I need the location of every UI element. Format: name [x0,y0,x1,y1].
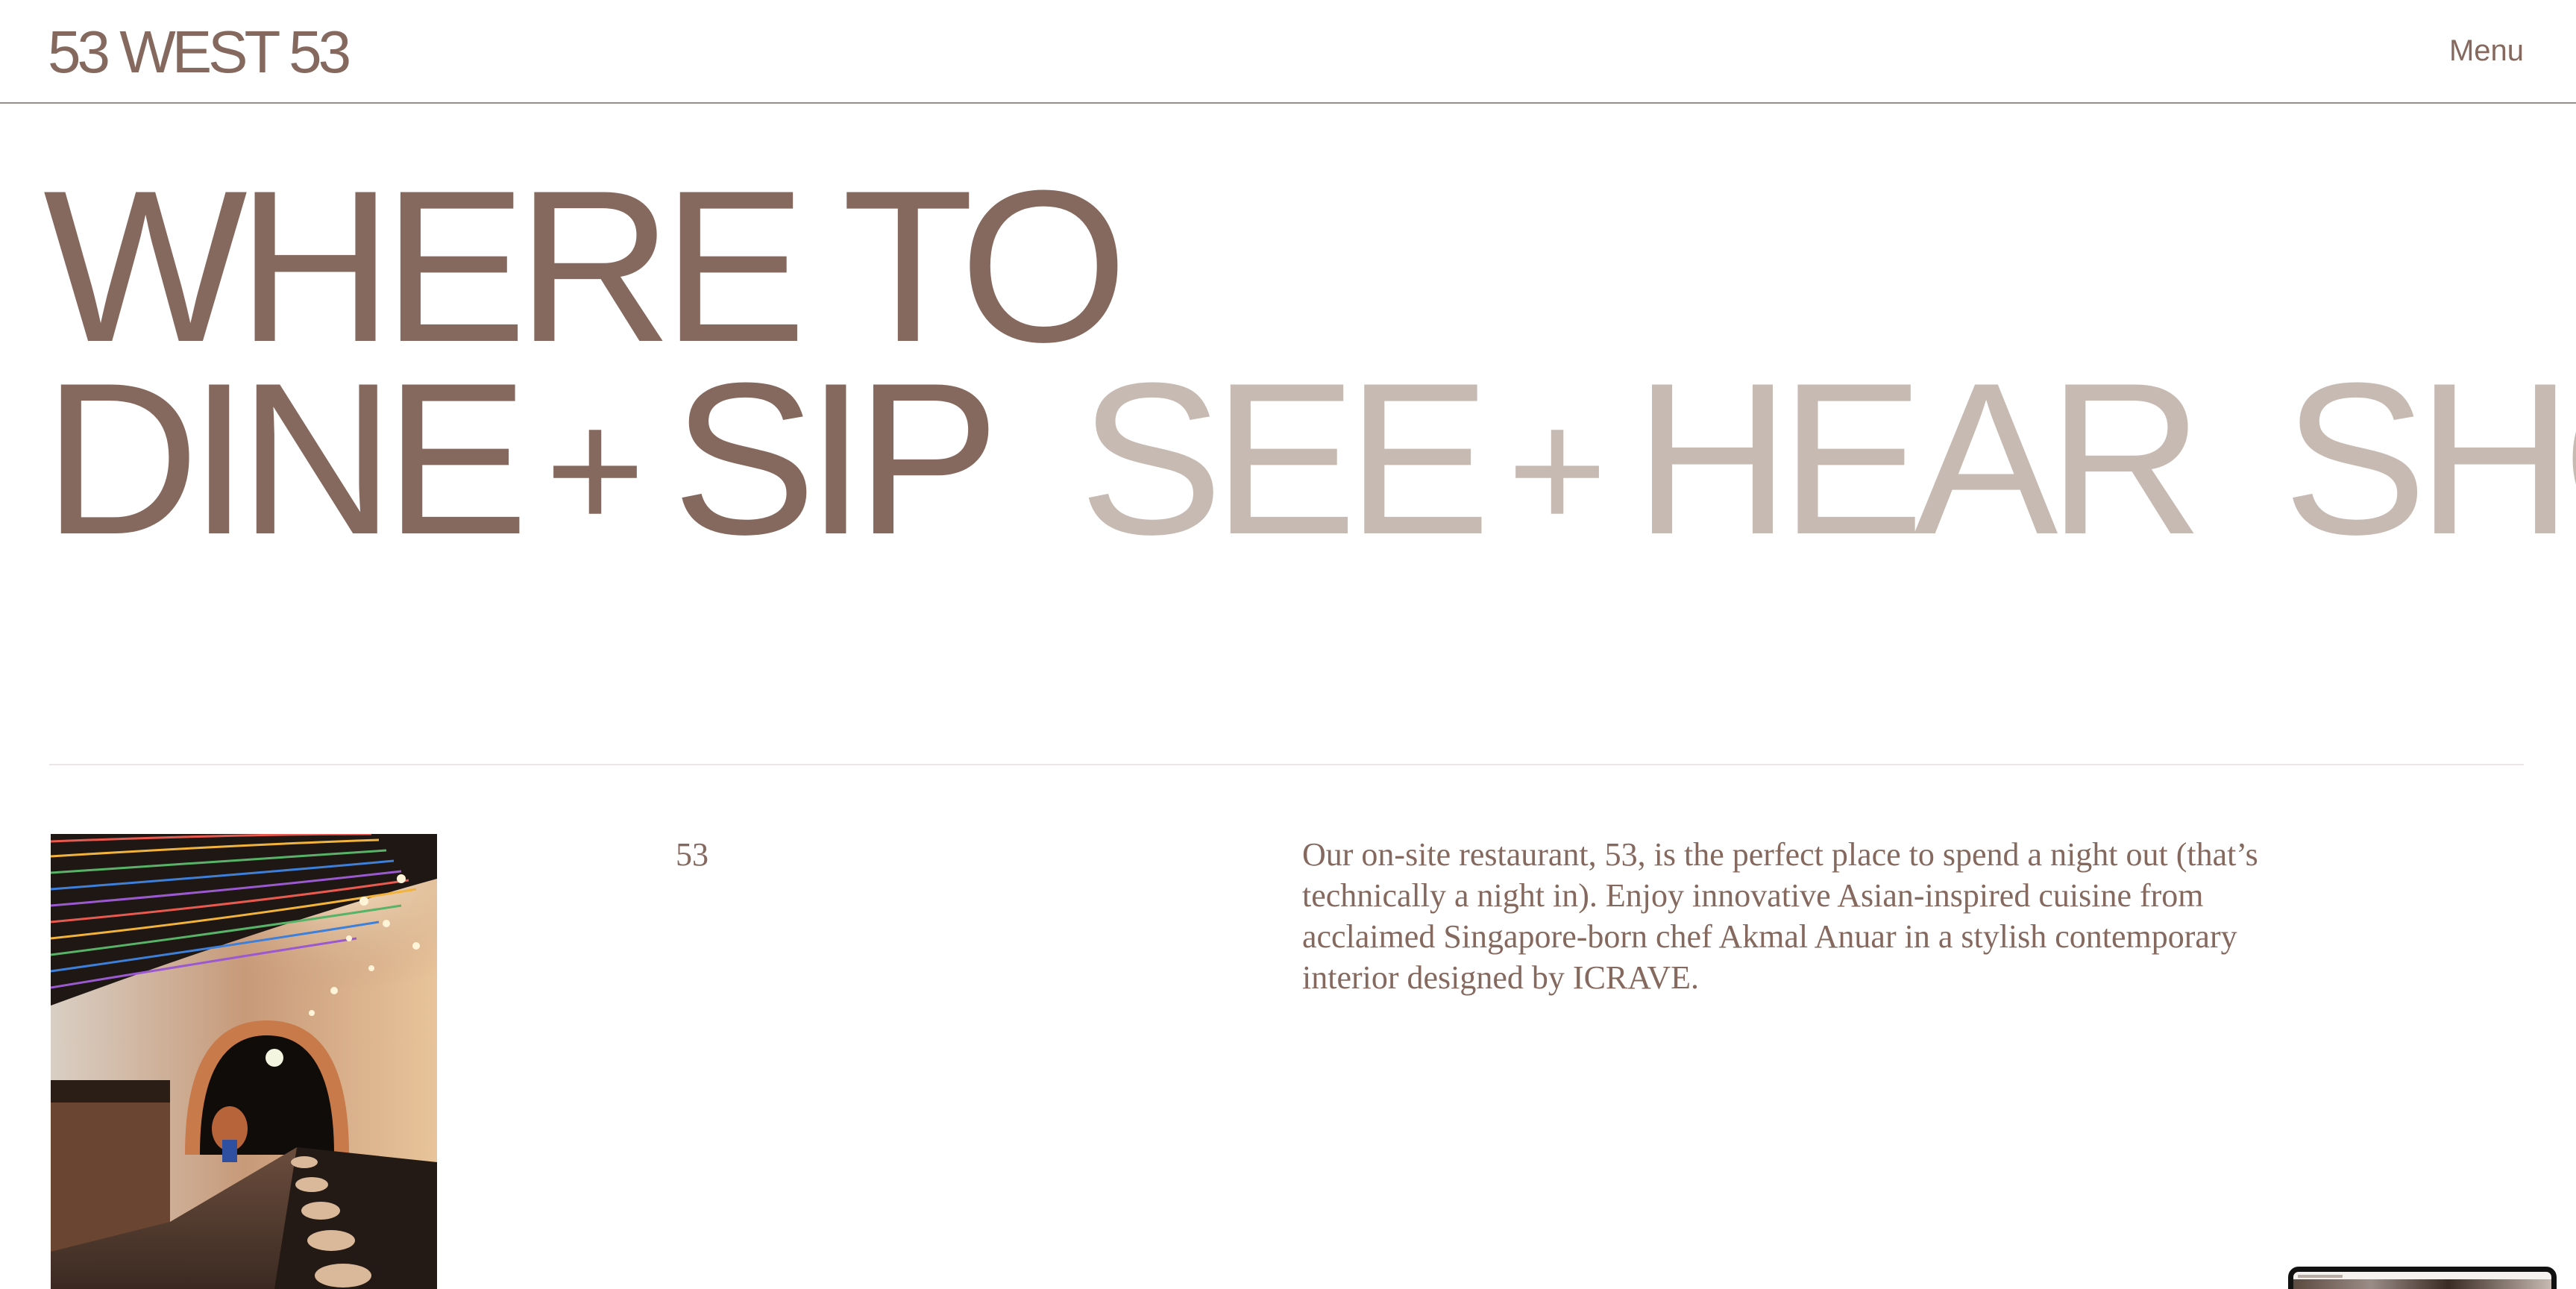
tab-dine-sip-left: DINE [43,338,529,580]
menu-button[interactable]: Menu [2449,30,2524,72]
tab-see-hear[interactable]: SEE + HEAR [1079,351,2204,567]
tab-dine-sip[interactable]: DINE + SIP [43,351,1000,567]
restaurant-photo-illustration [51,834,437,1289]
section-divider [49,764,2524,765]
tab-see-hear-left: SEE [1078,338,1491,580]
category-tabs: DINE+SIP SEE+HEAR SHO [43,351,2576,567]
tab-dine-sip-plus: + [544,374,646,565]
tab-see-hear-right: HEAR [1634,338,2204,580]
preview-thumbnail[interactable] [2288,1267,2557,1289]
tab-see-hear-plus: + [1507,374,1608,565]
preview-thumbnail-image [2293,1279,2551,1289]
tab-shop[interactable]: SHO [2283,351,2576,567]
tab-shop-left: SHO [2282,338,2576,580]
venue-description: Our on-site restaurant, 53, is the perfe… [1302,836,2258,996]
site-header: 53 WEST 53 Menu [0,0,2576,104]
preview-thumbnail-header [2298,1275,2343,1278]
category-headline: WHERE TO DINE+SIP SEE+HEAR SHO [43,158,2576,567]
page: 53 WEST 53 Menu WHERE TO DINE + SIP SEE + HE… [0,0,2576,1289]
venue-name: 53 [676,836,709,873]
site-logo[interactable]: 53 WEST 53 [48,16,351,88]
restaurant-photo [51,834,437,1289]
tab-dine-sip-right: SIP [672,338,999,580]
